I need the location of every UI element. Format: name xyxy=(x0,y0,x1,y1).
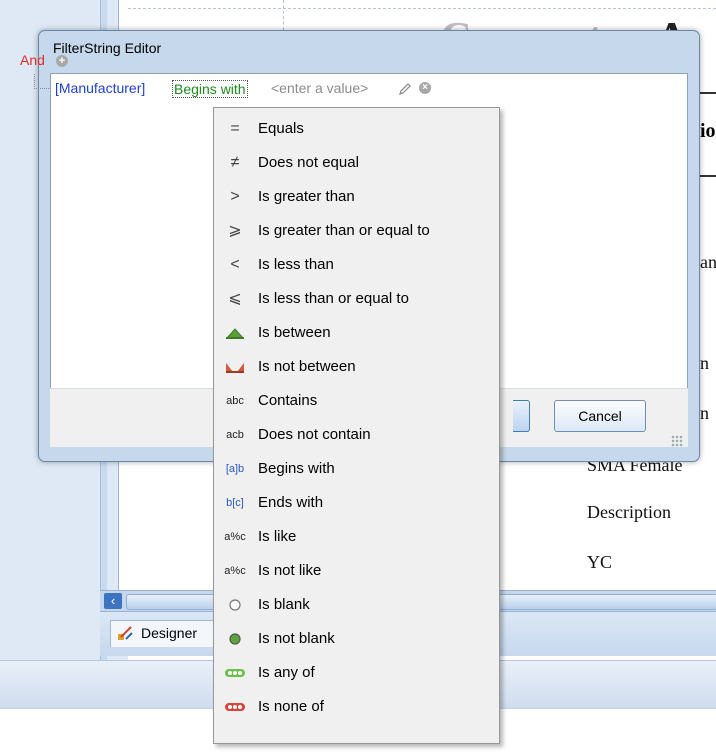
designer-icon xyxy=(118,626,133,640)
not-blank-icon xyxy=(229,633,241,645)
menu-item-label: Does not contain xyxy=(258,426,371,443)
does-not-contain-icon: acb xyxy=(226,429,244,441)
document-text: n xyxy=(700,353,709,373)
menu-item-label: Is not like xyxy=(258,562,322,579)
menu-item-does-not-contain[interactable]: acb Does not contain xyxy=(214,418,499,452)
menu-item-label: Is not blank xyxy=(258,630,335,647)
menu-item-label: Equals xyxy=(258,120,304,137)
document-text: YC xyxy=(587,552,613,572)
menu-item-is-not-like[interactable]: a%c Is not like xyxy=(214,554,499,588)
condition-field[interactable]: [Manufacturer] xyxy=(55,80,145,96)
menu-item-label: Is greater than xyxy=(258,188,355,205)
scroll-left-icon[interactable]: ‹ xyxy=(104,593,122,609)
menu-item-label: Is greater than or equal to xyxy=(258,222,430,239)
menu-item-label: Is not between xyxy=(258,358,356,375)
menu-item-is-none-of[interactable]: Is none of xyxy=(214,690,499,724)
ends-with-icon: b[c] xyxy=(226,497,244,509)
resize-grip-icon[interactable] xyxy=(671,435,683,447)
menu-item-greater-than[interactable]: > Is greater than xyxy=(214,180,499,214)
menu-item-is-not-between[interactable]: Is not between xyxy=(214,350,499,384)
remove-condition-icon[interactable]: × xyxy=(419,82,431,94)
page-margin-guide xyxy=(128,8,716,9)
menu-item-equals[interactable]: = Equals xyxy=(214,112,499,146)
page-margin-guide-vertical xyxy=(283,0,284,30)
menu-item-label: Begins with xyxy=(258,460,335,477)
blank-icon xyxy=(229,599,241,611)
ok-button[interactable] xyxy=(513,400,530,432)
not-like-icon: a%c xyxy=(224,565,246,577)
menu-item-label: Is blank xyxy=(258,596,310,613)
menu-item-label: Is less than xyxy=(258,256,334,273)
menu-item-is-like[interactable]: a%c Is like xyxy=(214,520,499,554)
menu-item-less-than[interactable]: < Is less than xyxy=(214,248,499,282)
contains-icon: abc xyxy=(226,395,244,407)
less-than-icon: < xyxy=(230,256,240,273)
not-equal-icon: ≠ xyxy=(230,154,240,171)
menu-item-is-any-of[interactable]: Is any of xyxy=(214,656,499,690)
menu-item-is-not-blank[interactable]: Is not blank xyxy=(214,622,499,656)
menu-item-label: Is less than or equal to xyxy=(258,290,409,307)
not-between-icon xyxy=(226,363,244,373)
tree-connector-line xyxy=(34,74,51,89)
document-text: Description xyxy=(587,502,671,522)
any-of-icon xyxy=(225,669,245,677)
document-text: an xyxy=(700,252,716,272)
menu-item-label: Does not equal xyxy=(258,154,359,171)
less-or-equal-icon: ⩽ xyxy=(228,290,242,307)
condition-operator[interactable]: Begins with xyxy=(172,80,248,98)
like-icon: a%c xyxy=(224,531,246,543)
equals-icon: = xyxy=(230,120,240,137)
menu-item-greater-or-equal[interactable]: ⩾ Is greater than or equal to xyxy=(214,214,499,248)
menu-item-is-blank[interactable]: Is blank xyxy=(214,588,499,622)
menu-item-is-between[interactable]: Is between xyxy=(214,316,499,350)
condition-value-input[interactable]: <enter a value> xyxy=(271,80,368,96)
tab-designer-label: Designer xyxy=(141,625,198,641)
add-condition-icon[interactable]: + xyxy=(56,55,68,67)
menu-item-less-or-equal[interactable]: ⩽ Is less than or equal to xyxy=(214,282,499,316)
document-text: n xyxy=(700,403,709,423)
menu-item-does-not-equal[interactable]: ≠ Does not equal xyxy=(214,146,499,180)
group-operator-and[interactable]: And xyxy=(20,52,45,68)
between-icon xyxy=(225,328,245,339)
document-subheading: io xyxy=(700,120,716,142)
dialog-title: FilterString Editor xyxy=(53,40,162,56)
greater-or-equal-icon: ⩾ xyxy=(228,222,242,239)
begins-with-icon: [a]b xyxy=(225,463,245,475)
menu-item-label: Is any of xyxy=(258,664,315,681)
menu-item-label: Is none of xyxy=(258,698,324,715)
greater-than-icon: > xyxy=(230,188,240,205)
tab-designer[interactable]: Designer xyxy=(110,620,222,647)
menu-item-label: Is like xyxy=(258,528,297,545)
menu-item-label: Ends with xyxy=(258,494,324,511)
operator-dropdown-menu: = Equals ≠ Does not equal > Is greater t… xyxy=(213,107,500,744)
none-of-icon xyxy=(225,703,245,711)
menu-item-begins-with[interactable]: [a]b Begins with xyxy=(214,452,499,486)
menu-item-label: Contains xyxy=(258,392,318,409)
menu-item-contains[interactable]: abc Contains xyxy=(214,384,499,418)
cancel-button[interactable]: Cancel xyxy=(554,400,646,432)
edit-pencil-icon[interactable] xyxy=(398,82,412,96)
menu-item-ends-with[interactable]: b[c] Ends with xyxy=(214,486,499,520)
menu-item-label: Is between xyxy=(258,324,331,341)
